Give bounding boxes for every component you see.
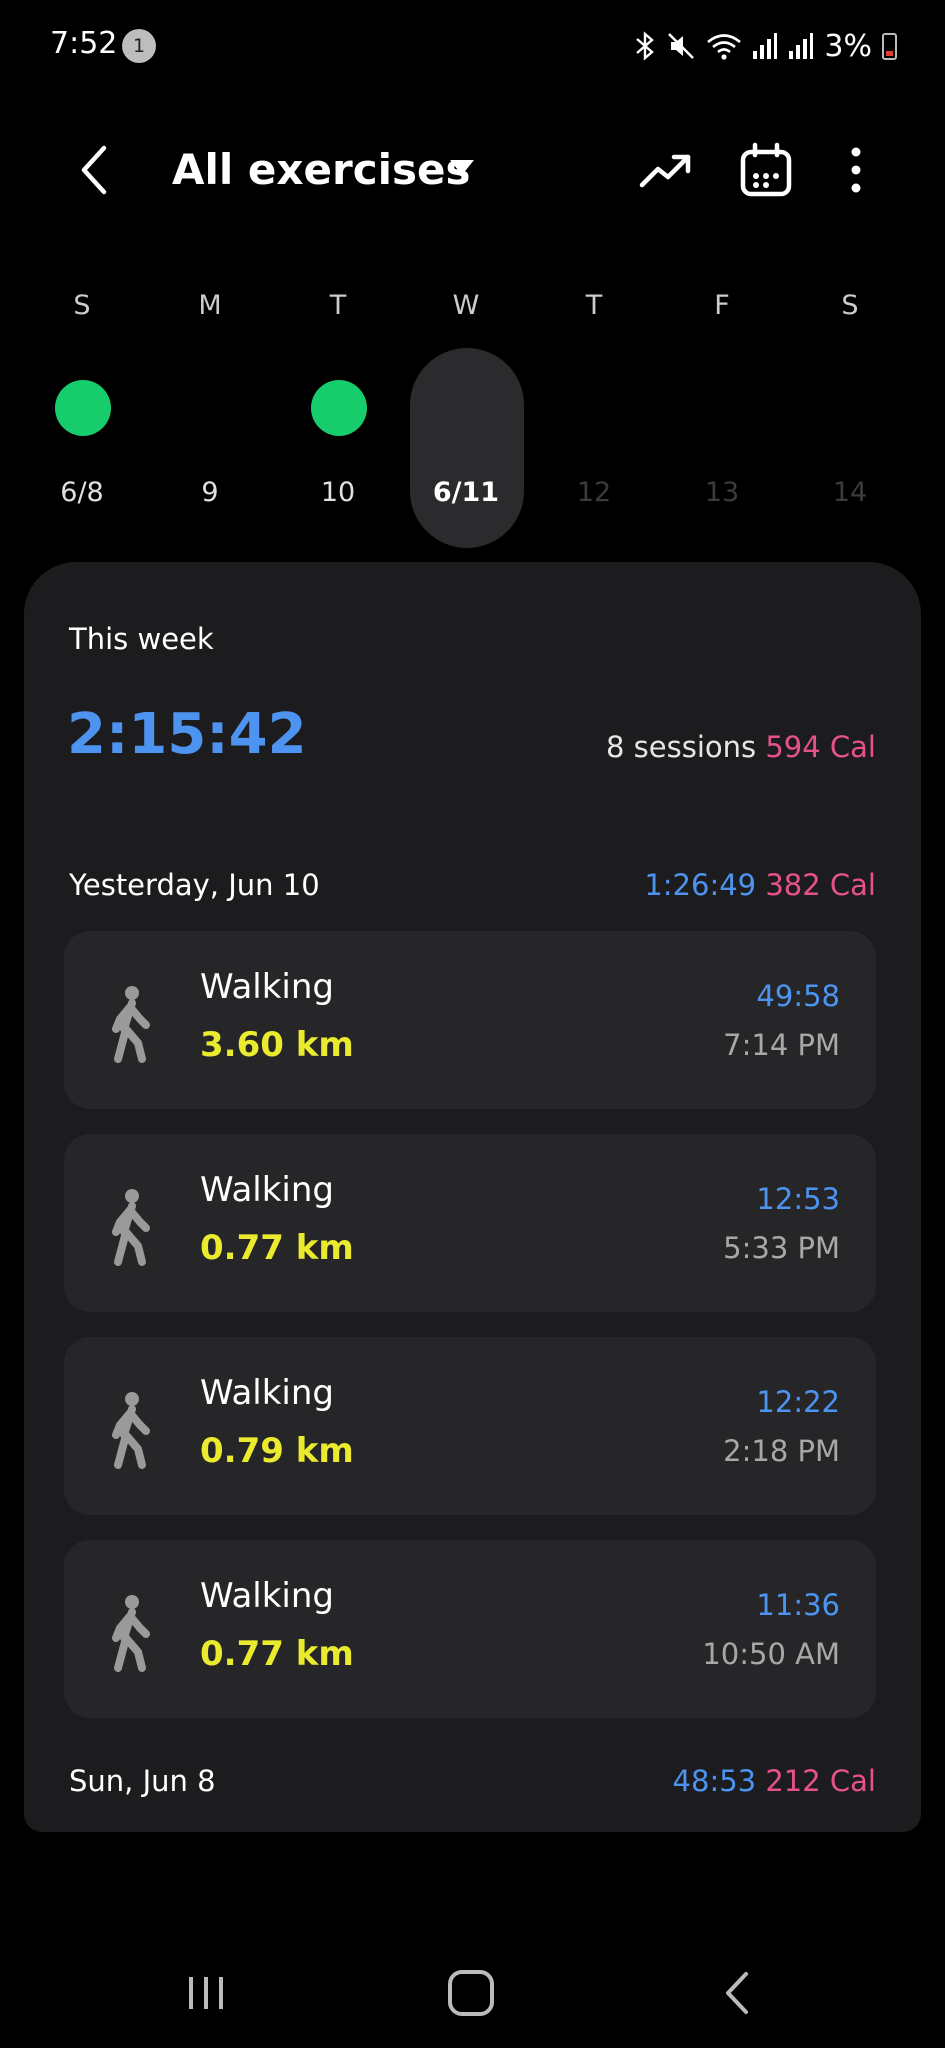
group-calories: 382 Cal — [765, 868, 876, 902]
day-name: M — [198, 290, 222, 321]
exercise-distance: 3.60 km — [200, 1025, 354, 1065]
group-date: Yesterday, Jun 10 — [69, 868, 320, 902]
week-stats: 8 sessions 594 Cal — [606, 730, 876, 764]
exercise-name: Walking — [200, 1170, 334, 1210]
total-time: 2:15:42 — [67, 702, 307, 767]
exercise-distance: 0.77 km — [200, 1634, 354, 1674]
group-duration: 48:53 — [672, 1764, 757, 1798]
exercise-name: Walking — [200, 1373, 334, 1413]
day-date: 6/11 — [432, 477, 500, 508]
day-tue-10[interactable]: T 10 — [281, 280, 395, 550]
status-icons: 3% — [634, 24, 897, 68]
exercise-duration: 11:36 — [756, 1588, 840, 1622]
more-options-icon[interactable] — [838, 140, 874, 200]
day-date: 10 — [320, 477, 356, 508]
day-date: 12 — [576, 477, 612, 508]
exercise-name: Walking — [200, 1576, 334, 1616]
exercise-duration: 12:22 — [756, 1385, 840, 1419]
walking-icon — [112, 986, 150, 1063]
battery-icon — [882, 32, 897, 60]
status-time: 7:52 — [50, 26, 118, 61]
group-stats: 48:53 212 Cal — [673, 1764, 876, 1798]
day-name: T — [329, 290, 347, 321]
group-header-jun-10: Yesterday, Jun 10 1:26:49 382 Cal — [69, 868, 876, 908]
day-date: 13 — [704, 477, 740, 508]
group-date: Sun, Jun 8 — [69, 1764, 216, 1798]
day-wed-6-11[interactable]: W 6/11 — [409, 280, 524, 550]
day-sat-14[interactable]: S 14 — [793, 280, 907, 550]
exercise-item[interactable]: Walking 0.77 km 12:53 5:33 PM — [64, 1134, 876, 1312]
day-sun-6-8[interactable]: S 6/8 — [25, 280, 139, 550]
session-count: 8 sessions — [605, 730, 757, 764]
calendar-icon[interactable] — [738, 140, 794, 200]
day-date: 14 — [832, 477, 868, 508]
bluetooth-icon — [636, 31, 655, 61]
group-header-jun-8: Sun, Jun 8 48:53 212 Cal — [69, 1764, 876, 1804]
activity-dot — [311, 380, 367, 436]
app-header: All exercises — [0, 120, 945, 220]
exercise-distance: 0.77 km — [200, 1228, 354, 1268]
signal-icon — [753, 33, 778, 59]
exercise-item[interactable]: Walking 3.60 km 49:58 7:14 PM — [64, 931, 876, 1109]
exercise-item[interactable]: Walking 0.79 km 12:22 2:18 PM — [64, 1337, 876, 1515]
notification-badge: 1 — [122, 29, 156, 63]
day-fri-13[interactable]: F 13 — [665, 280, 779, 550]
group-duration: 1:26:49 — [644, 868, 757, 902]
wifi-icon — [707, 34, 742, 60]
mute-icon — [668, 33, 695, 59]
day-name: F — [714, 290, 730, 321]
status-bar: 7:52 1 3% — [0, 0, 945, 92]
day-name: S — [73, 290, 91, 321]
page-title[interactable]: All exercises — [172, 142, 470, 198]
group-calories: 212 Cal — [765, 1764, 876, 1798]
activity-dot — [55, 380, 111, 436]
nav-back-icon[interactable] — [722, 1970, 752, 2016]
walking-icon — [112, 1595, 150, 1672]
back-arrow-icon[interactable] — [68, 142, 124, 198]
day-name: S — [841, 290, 859, 321]
day-date: 9 — [201, 477, 219, 508]
week-calories: 594 Cal — [765, 730, 876, 764]
walking-icon — [112, 1189, 150, 1266]
exercise-duration: 12:53 — [756, 1182, 840, 1216]
trend-icon[interactable] — [638, 145, 694, 195]
week-strip: S 6/8 M 9 T 10 W 6/11 T 12 F 13 S 14 — [25, 280, 920, 550]
exercise-time: 7:14 PM — [723, 1028, 840, 1062]
system-nav-bar — [0, 1940, 945, 2040]
home-icon[interactable] — [448, 1970, 494, 2016]
exercise-item[interactable]: Walking 0.77 km 11:36 10:50 AM — [64, 1540, 876, 1718]
selected-day-highlight — [410, 348, 524, 548]
exercise-summary-card: This week 2:15:42 8 sessions 594 Cal Yes… — [24, 562, 921, 1832]
exercise-name: Walking — [200, 967, 334, 1007]
exercise-distance: 0.79 km — [200, 1431, 354, 1471]
exercise-duration: 49:58 — [756, 979, 840, 1013]
walking-icon — [112, 1392, 150, 1469]
week-label: This week — [69, 622, 214, 656]
day-name: W — [452, 290, 480, 321]
dropdown-caret-icon[interactable] — [450, 160, 474, 175]
signal-icon-2 — [789, 33, 814, 59]
exercise-time: 2:18 PM — [723, 1434, 840, 1468]
day-name: T — [585, 290, 603, 321]
exercise-time: 5:33 PM — [723, 1231, 840, 1265]
recent-apps-icon[interactable] — [185, 1974, 227, 2012]
day-date: 6/8 — [60, 477, 104, 508]
group-stats: 1:26:49 382 Cal — [644, 868, 876, 902]
day-thu-12[interactable]: T 12 — [537, 280, 651, 550]
day-mon-9[interactable]: M 9 — [153, 280, 267, 550]
exercise-time: 10:50 AM — [702, 1637, 840, 1671]
battery-percent: 3% — [824, 28, 872, 64]
